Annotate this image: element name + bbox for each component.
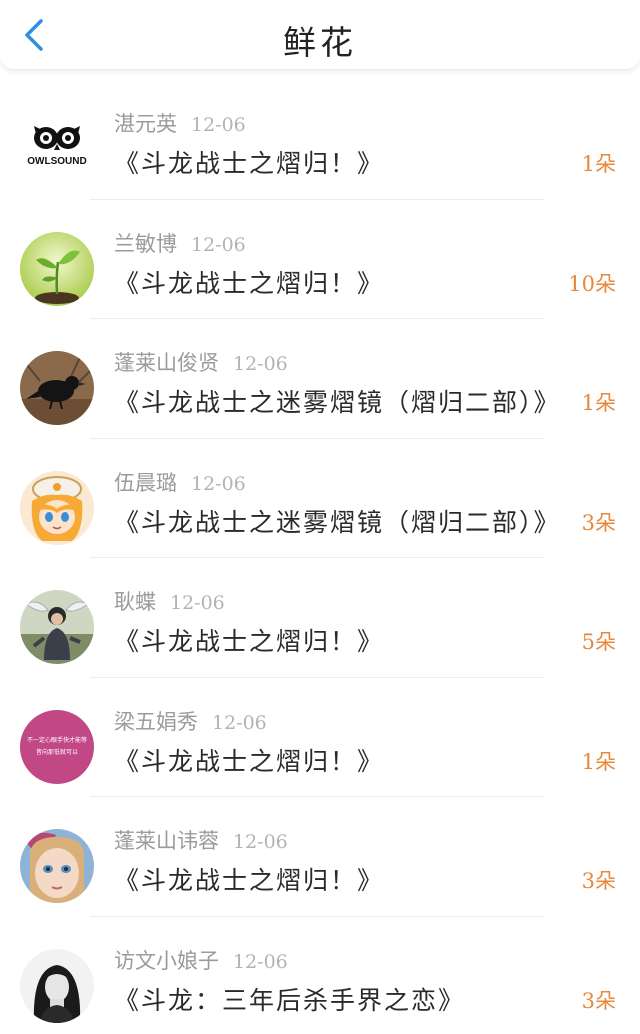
flower-count: 10朵	[568, 271, 616, 296]
avatar-crow-photo[interactable]	[20, 351, 94, 425]
gift-date: 12-06	[191, 472, 246, 495]
gift-date: 12-06	[191, 114, 246, 136]
book-title[interactable]: 《斗龙战士之熠归！》	[114, 742, 384, 778]
book-title[interactable]: 《斗龙：三年后杀手界之恋》	[114, 981, 465, 1017]
list-item[interactable]: 兰敏博 12-06 《斗龙战士之熠归！》 10朵	[0, 200, 640, 319]
flower-count: 1朵	[581, 391, 616, 415]
top-navigation-bar: 鲜花	[0, 0, 640, 70]
avatar-text-line-2: 皆向那低就可以	[36, 748, 78, 756]
gift-date: 12-06	[233, 353, 288, 375]
username: 湛元英	[114, 112, 177, 136]
username: 蓬莱山俊贤	[114, 351, 219, 375]
avatar-doll-face[interactable]	[20, 829, 94, 903]
flower-count: 1朵	[581, 152, 616, 176]
flower-count: 3朵	[581, 510, 616, 535]
book-title[interactable]: 《斗龙战士之熠归！》	[114, 622, 384, 658]
flower-count: 5朵	[581, 630, 616, 654]
username: 伍晨璐	[114, 470, 177, 495]
flower-count: 3朵	[581, 988, 616, 1013]
avatar-owl-logo[interactable]: OWLSOUND	[20, 112, 94, 186]
avatar-sprout-photo[interactable]	[20, 231, 94, 306]
avatar-pink-text-card[interactable]: 不一定心眼手快才能等 皆向那低就可以	[20, 709, 94, 784]
avatar-person-with-wings[interactable]	[20, 590, 94, 664]
username: 兰敏博	[114, 231, 177, 256]
gift-date: 12-06	[233, 831, 288, 853]
gift-date: 12-06	[233, 950, 288, 973]
gift-date: 12-06	[212, 711, 267, 734]
avatar-bw-portrait[interactable]	[20, 948, 94, 1023]
gift-date: 12-06	[191, 233, 246, 256]
book-title[interactable]: 《斗龙战士之迷雾熠镜（熠归二部）》	[114, 383, 561, 419]
page-title: 鲜花	[283, 23, 357, 62]
flower-gift-list: OWLSOUND 湛元英 12-06 《斗龙战士之熠归！》 1朵 兰敏博 12-…	[0, 80, 640, 1034]
flowers-page: 鲜花 OWLSOUND 湛元英 12-06 《斗龙战士之熠归！》 1朵 兰敏博 …	[0, 0, 640, 1034]
list-item[interactable]: 伍晨璐 12-06 《斗龙战士之迷雾熠镜（熠归二部）》 3朵	[0, 439, 640, 558]
list-item[interactable]: 蓬莱山讳蓉 12-06 《斗龙战士之熠归！》 3朵	[0, 797, 640, 917]
list-item[interactable]: 蓬莱山俊贤 12-06 《斗龙战士之迷雾熠镜（熠归二部）》 1朵	[0, 319, 640, 439]
username: 蓬莱山讳蓉	[114, 829, 219, 853]
book-title[interactable]: 《斗龙战士之迷雾熠镜（熠归二部）》	[114, 503, 561, 539]
avatar-text-line-1: 不一定心眼手快才能等	[27, 736, 87, 744]
list-item[interactable]: 访文小娘子 12-06 《斗龙：三年后杀手界之恋》 3朵	[0, 917, 640, 1034]
username: 耿蝶	[114, 590, 156, 614]
book-title[interactable]: 《斗龙战士之熠归！》	[114, 264, 384, 300]
owl-logo-text: OWLSOUND	[27, 156, 86, 167]
flower-count: 3朵	[581, 869, 616, 893]
list-item[interactable]: 耿蝶 12-06 《斗龙战士之熠归！》 5朵	[0, 558, 640, 678]
list-item[interactable]: 不一定心眼手快才能等 皆向那低就可以 梁五娟秀 12-06 《斗龙战士之熠归！》 …	[0, 678, 640, 797]
list-item[interactable]: OWLSOUND 湛元英 12-06 《斗龙战士之熠归！》 1朵	[0, 80, 640, 200]
username: 梁五娟秀	[114, 709, 198, 734]
flower-count: 1朵	[581, 749, 616, 774]
username: 访文小娘子	[114, 948, 219, 973]
book-title[interactable]: 《斗龙战士之熠归！》	[114, 144, 384, 180]
avatar-anime-girl[interactable]	[20, 470, 94, 545]
gift-date: 12-06	[170, 592, 225, 614]
book-title[interactable]: 《斗龙战士之熠归！》	[114, 861, 384, 897]
